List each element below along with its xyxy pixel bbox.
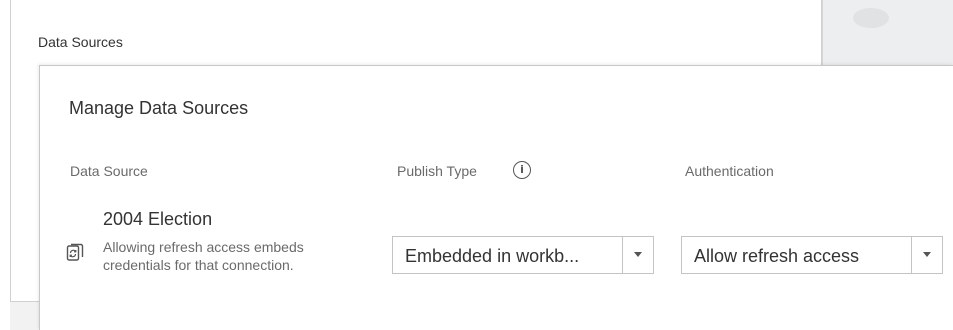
authentication-value: Allow refresh access <box>694 246 860 266</box>
info-icon[interactable]: i <box>513 161 531 179</box>
dialog-title: Manage Data Sources <box>69 98 249 118</box>
authentication-dropdown-button[interactable] <box>911 237 942 273</box>
column-header-data-source: Data Source <box>70 163 148 179</box>
manage-data-sources-dialog: Manage Data Sources Data Source Publish … <box>39 65 953 330</box>
column-header-authentication: Authentication <box>685 163 774 179</box>
map-shape <box>853 8 889 28</box>
publish-type-dropdown-button[interactable] <box>622 237 653 273</box>
chevron-down-icon <box>634 252 642 257</box>
data-sources-panel-title: Data Sources <box>38 34 123 50</box>
panel-footer-strip <box>10 301 40 330</box>
publish-type-value: Embedded in workb... <box>405 246 580 266</box>
data-source-name: 2004 Election <box>103 209 213 229</box>
column-header-publish-type: Publish Type <box>397 163 477 179</box>
authentication-select[interactable]: Allow refresh access <box>681 236 943 274</box>
chevron-down-icon <box>923 252 931 257</box>
data-source-note: Allowing refresh access embeds credentia… <box>103 239 304 273</box>
data-source-refresh-icon <box>66 243 84 261</box>
publish-type-select[interactable]: Embedded in workb... <box>392 236 654 274</box>
